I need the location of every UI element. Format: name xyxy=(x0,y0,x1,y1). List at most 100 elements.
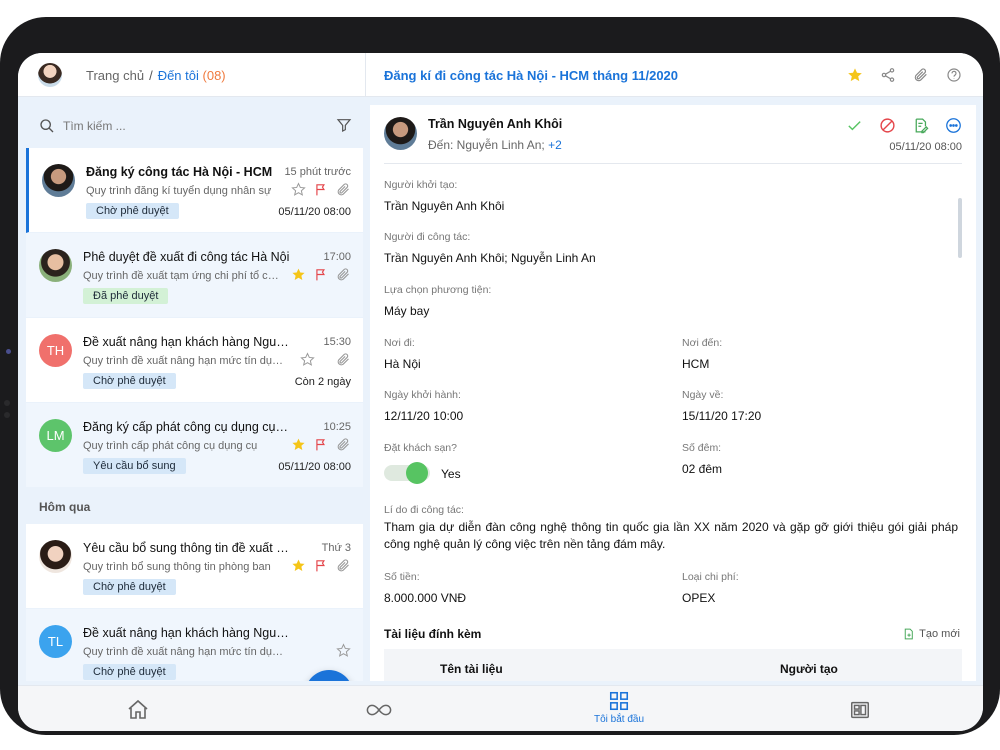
sent-date: 05/11/20 08:00 xyxy=(889,141,962,153)
create-new-label: Tạo mới xyxy=(919,628,960,640)
cost-type-value: OPEX xyxy=(682,591,716,605)
star-icon[interactable] xyxy=(291,437,306,452)
attachments-title: Tài liệu đính kèm xyxy=(384,627,482,641)
list-item[interactable]: Phê duyệt đề xuất đi công tác Hà Nội 17:… xyxy=(26,233,363,318)
detail-panel: Trần Nguyên Anh Khôi Đến: Nguyễn Linh An… xyxy=(370,105,976,681)
return-value: 15/11/20 17:20 xyxy=(682,409,762,423)
more-options-icon[interactable] xyxy=(945,117,962,134)
field-label: Loại chi phí: xyxy=(682,571,739,583)
paperclip-icon[interactable] xyxy=(336,182,351,197)
item-time: 17:00 xyxy=(323,251,351,263)
field-label: Lí do đi công tác: xyxy=(384,504,464,516)
new-document-icon xyxy=(904,628,913,640)
paperclip-icon[interactable] xyxy=(336,267,351,282)
document-edit-icon[interactable] xyxy=(912,117,929,134)
star-icon[interactable] xyxy=(291,267,306,282)
bottom-navigation: Tôi bắt đầu xyxy=(18,685,983,731)
item-subtitle: Quy trình đề xuất nâng hạn mức tín dụng xyxy=(83,355,283,367)
tab-home[interactable] xyxy=(108,690,168,730)
avatar: TL xyxy=(39,625,72,658)
flag-icon[interactable] xyxy=(314,267,328,282)
item-date: 05/11/20 08:00 xyxy=(278,461,351,473)
star-outline-icon[interactable] xyxy=(291,182,306,197)
flag-icon[interactable] xyxy=(314,437,328,452)
infinity-icon xyxy=(366,704,392,716)
sender-avatar xyxy=(384,117,417,150)
item-title: Yêu cầu bổ sung thông tin đề xuất mua sắ… xyxy=(83,541,291,555)
section-header-yesterday: Hôm qua xyxy=(26,488,363,524)
field-label: Số tiền: xyxy=(384,571,420,583)
search-bar[interactable]: Tìm kiếm ... xyxy=(26,105,363,147)
flag-icon[interactable] xyxy=(314,558,328,573)
star-icon[interactable] xyxy=(845,65,864,84)
breadcrumb-count: (08) xyxy=(202,68,226,83)
reject-icon[interactable] xyxy=(879,117,896,134)
transport-value: Máy bay xyxy=(384,304,430,318)
tab-label: Tôi bắt đầu xyxy=(593,714,645,725)
document-title: Đăng kí đi công tác Hà Nội - HCM tháng 1… xyxy=(384,68,679,83)
list-item[interactable]: LM Đăng ký cấp phát công cụ dụng cụ văn … xyxy=(26,403,363,488)
inbox-panel: Tìm kiếm ... Đăng ký công tác Hà Nội - H… xyxy=(18,105,363,681)
user-avatar[interactable] xyxy=(38,63,62,87)
breadcrumb-home[interactable]: Trang chủ xyxy=(86,68,144,83)
filter-icon[interactable] xyxy=(336,117,352,133)
list-item[interactable]: TH Đề xuất nâng hạn khách hàng Nguyễn Vă… xyxy=(26,318,363,403)
item-title: Phê duyệt đề xuất đi công tác Hà Nội xyxy=(83,250,290,264)
breadcrumb-current[interactable]: Đến tôi xyxy=(158,68,199,83)
toggle-knob xyxy=(406,462,428,484)
scrollbar[interactable] xyxy=(958,198,962,258)
field-label: Ngày khởi hành: xyxy=(384,389,461,401)
star-outline-icon[interactable] xyxy=(300,352,315,367)
dashboard-icon xyxy=(851,701,869,719)
settings-icon[interactable] xyxy=(944,65,963,84)
approve-icon[interactable] xyxy=(846,117,863,134)
item-subtitle: Quy trình đề xuất nâng hạn mức tín dụng xyxy=(83,646,283,658)
field-label: Số đêm: xyxy=(682,442,722,454)
more-recipients-link[interactable]: +2 xyxy=(548,138,562,152)
item-actions xyxy=(291,182,351,197)
field-label: Ngày về: xyxy=(682,389,724,401)
search-input[interactable]: Tìm kiếm ... xyxy=(63,119,126,133)
grid-icon xyxy=(609,691,629,711)
status-badge: Chờ phê duyệt xyxy=(86,203,179,219)
item-actions xyxy=(291,558,351,573)
create-attachment-button[interactable]: Tạo mới xyxy=(902,627,960,641)
divider xyxy=(365,53,366,97)
paperclip-icon[interactable] xyxy=(336,437,351,452)
tab-infinity[interactable] xyxy=(349,690,409,730)
share-icon[interactable] xyxy=(878,65,897,84)
paperclip-icon[interactable] xyxy=(911,65,930,84)
attachments-table-header: Tên tài liệu Người tạo xyxy=(384,649,962,681)
app-screen: Trang chủ / Đến tôi (08) Đăng kí đi công t… xyxy=(18,53,983,731)
tab-dashboard[interactable] xyxy=(830,690,890,730)
item-date: 05/11/20 08:00 xyxy=(278,206,351,218)
hotel-toggle[interactable] xyxy=(384,462,430,484)
list-item[interactable]: Yêu cầu bổ sung thông tin đề xuất mua sắ… xyxy=(26,524,363,609)
item-subtitle: Quy trình đăng kí tuyển dụng nhân sự xyxy=(86,185,272,197)
status-badge: Chờ phê duyệt xyxy=(83,373,176,389)
column-header-creator: Người tạo xyxy=(780,662,838,676)
item-subtitle: Quy trình cấp phát công cụ dụng cụ xyxy=(83,440,258,452)
star-outline-icon[interactable] xyxy=(336,643,351,658)
item-actions xyxy=(300,352,315,367)
paperclip-icon[interactable] xyxy=(336,352,351,367)
paperclip-icon[interactable] xyxy=(336,558,351,573)
field-label: Lựa chọn phương tiện: xyxy=(384,284,492,296)
search-icon xyxy=(40,119,54,133)
field-label: Đặt khách sạn? xyxy=(384,442,457,454)
traveler-value: Trần Nguyên Anh Khôi; Nguyễn Linh An xyxy=(384,251,596,265)
avatar xyxy=(39,540,72,573)
star-icon[interactable] xyxy=(291,558,306,573)
recipients: Đến: Nguyễn Linh An; +2 xyxy=(428,138,562,152)
detail-actions xyxy=(846,117,962,134)
list-item[interactable]: TL Đề xuất nâng hạn khách hàng Nguyễn Vă… xyxy=(26,609,363,681)
item-title: Đăng ký công tác Hà Nội - HCM xyxy=(86,165,273,179)
hotel-value: Yes xyxy=(441,467,461,481)
status-badge: Chờ phê duyệt xyxy=(83,664,176,680)
from-value: Hà Nội xyxy=(384,357,421,371)
list-item[interactable]: Đăng ký công tác Hà Nội - HCM 15 phút tr… xyxy=(26,148,363,233)
flag-icon[interactable] xyxy=(314,182,328,197)
item-actions xyxy=(336,352,351,367)
tab-started-by-me[interactable]: Tôi bắt đầu xyxy=(589,690,649,730)
header-actions xyxy=(845,65,963,84)
